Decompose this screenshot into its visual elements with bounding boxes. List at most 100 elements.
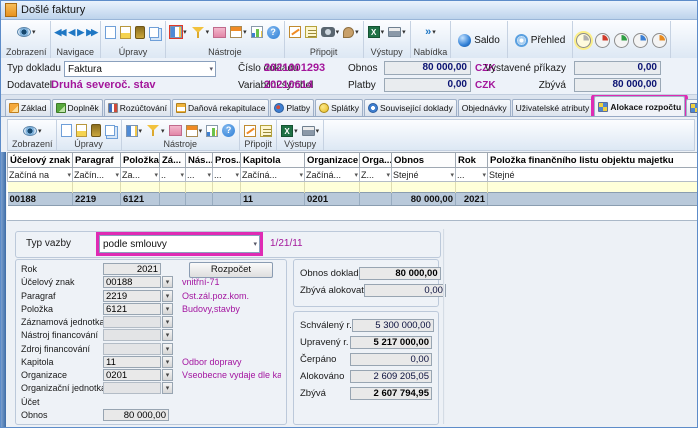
edit-record-button[interactable] bbox=[119, 25, 132, 40]
paragraf-lookup-button[interactable]: ▾ bbox=[162, 290, 173, 302]
zaznamova-jednotka-lookup-button[interactable]: ▾ bbox=[162, 316, 173, 328]
kapitola-lookup-button[interactable]: ▾ bbox=[162, 356, 173, 368]
nastroj-financovani-field[interactable] bbox=[103, 329, 161, 341]
alloc-help-button[interactable] bbox=[221, 123, 236, 138]
column-header-nas[interactable]: Nás... bbox=[186, 153, 213, 168]
column-header-kapitola[interactable]: Kapitola bbox=[241, 153, 305, 168]
nastroj-financovani-lookup-button[interactable]: ▾ bbox=[162, 329, 173, 341]
excel-export-button[interactable]: ▾ bbox=[367, 25, 386, 39]
alloc-edit-button[interactable] bbox=[75, 123, 88, 138]
organizace-field[interactable]: 0201 bbox=[103, 369, 161, 381]
column-header-paragraf[interactable]: Paragraf bbox=[73, 153, 121, 168]
alloc-new-button[interactable] bbox=[60, 123, 73, 138]
tab-danova-rekapitulace[interactable]: Daňová rekapitulace bbox=[172, 99, 270, 116]
column-header-organizace[interactable]: Organizace bbox=[305, 153, 360, 168]
alloc-copy-button[interactable] bbox=[104, 124, 118, 137]
obnos-field[interactable]: 80 000,00 bbox=[103, 409, 169, 421]
view-mode-button[interactable]: ▾ bbox=[16, 26, 37, 38]
pie-quadrant-red-icon[interactable] bbox=[595, 33, 610, 48]
tab-doplnek[interactable]: Doplněk bbox=[52, 99, 103, 116]
nav-next-button[interactable]: ▶ bbox=[76, 24, 83, 40]
saldo-button[interactable]: Saldo bbox=[454, 34, 504, 47]
filter-cell[interactable]: ..▾ bbox=[160, 168, 186, 182]
column-header-ucelovy-znak[interactable]: Účelový znak bbox=[8, 153, 73, 168]
alloc-chart-button[interactable] bbox=[205, 124, 219, 138]
column-header-polozka-fin-listu[interactable]: Položka finančního listu objektu majetku bbox=[488, 153, 698, 168]
column-header-polozka[interactable]: Položka bbox=[121, 153, 160, 168]
clip-button[interactable]: ▾ bbox=[342, 26, 360, 39]
copy-record-button[interactable] bbox=[148, 26, 162, 39]
list-button[interactable] bbox=[304, 25, 318, 39]
nav-prev-button[interactable]: ◀ bbox=[67, 24, 74, 40]
column-header-rok[interactable]: Rok bbox=[456, 153, 488, 168]
sum-button[interactable] bbox=[212, 26, 227, 39]
tab-predpis-platby[interactable]: Předpis platby bbox=[686, 99, 697, 116]
grid-data-row[interactable]: 00188 2219 6121 11 0201 80 000,00 2021 bbox=[8, 193, 698, 206]
pie-quadrant-green-icon[interactable] bbox=[614, 33, 629, 48]
filter-cell[interactable]: Začín...▾ bbox=[73, 168, 121, 182]
organizace-lookup-button[interactable]: ▾ bbox=[162, 369, 173, 381]
alloc-excel-button[interactable]: ▾ bbox=[280, 124, 299, 138]
nav-last-button[interactable]: ▶▶ bbox=[85, 24, 97, 40]
filter-cell[interactable]: ...▾ bbox=[213, 168, 241, 182]
column-header-obnos[interactable]: Obnos bbox=[392, 153, 456, 168]
kapitola-field[interactable]: 11 bbox=[103, 356, 161, 368]
filter-cell[interactable]: Začíná na▾ bbox=[8, 168, 73, 182]
paragraf-field[interactable]: 2219 bbox=[103, 290, 161, 302]
alloc-list-button[interactable] bbox=[259, 124, 273, 138]
column-header-orga[interactable]: Orga... bbox=[360, 153, 392, 168]
menu-button[interactable]: ▾ bbox=[424, 24, 437, 40]
pie-quadrant-blue-icon[interactable] bbox=[633, 33, 648, 48]
ucelovy-znak-field[interactable]: 00188 bbox=[103, 276, 161, 288]
chart-button[interactable] bbox=[250, 25, 264, 39]
zaznamova-jednotka-field[interactable] bbox=[103, 316, 161, 328]
column-header-pros[interactable]: Pros... bbox=[213, 153, 241, 168]
alloc-delete-button[interactable] bbox=[90, 123, 102, 138]
zdroj-financovani-lookup-button[interactable]: ▾ bbox=[162, 343, 173, 355]
zdroj-financovani-field[interactable] bbox=[103, 343, 161, 355]
filter-cell[interactable]: Z...▾ bbox=[360, 168, 392, 182]
polozka-lookup-button[interactable]: ▾ bbox=[162, 303, 173, 315]
prehled-button[interactable]: Přehled bbox=[511, 34, 569, 47]
polozka-field[interactable]: 6121 bbox=[103, 303, 161, 315]
alloc-sum-button[interactable] bbox=[168, 124, 183, 137]
ucelovy-znak-lookup-button[interactable]: ▾ bbox=[162, 276, 173, 288]
columns-button[interactable]: ▾ bbox=[169, 25, 188, 39]
window-titlebar[interactable]: Došlé faktury bbox=[1, 1, 697, 20]
tab-splatky[interactable]: Splátky bbox=[315, 99, 363, 116]
camera-button[interactable]: ▾ bbox=[320, 26, 341, 38]
tab-uzivatelske-atributy[interactable]: Uživatelské atributy bbox=[512, 99, 594, 116]
filter-cell[interactable]: ...▾ bbox=[456, 168, 488, 182]
filter-cell[interactable]: Za...▾ bbox=[121, 168, 160, 182]
filter-button[interactable]: ▾ bbox=[190, 25, 211, 40]
new-record-button[interactable] bbox=[104, 25, 117, 40]
filter-cell[interactable]: Začíná...▾ bbox=[305, 168, 360, 182]
tab-objednavky[interactable]: Objednávky bbox=[458, 99, 511, 116]
grid-new-filter-row[interactable] bbox=[8, 182, 698, 193]
tab-platby[interactable]: Platby bbox=[270, 99, 314, 116]
organizacni-jednotka-field[interactable] bbox=[103, 382, 161, 394]
tab-alokace-rozpoctu[interactable]: Alokace rozpočtu bbox=[594, 96, 685, 116]
pie-quadrant-gray-icon[interactable] bbox=[576, 33, 591, 48]
alloc-columns-button[interactable]: ▾ bbox=[125, 124, 144, 138]
alloc-note-button[interactable] bbox=[243, 124, 257, 138]
filter-cell[interactable]: ...▾ bbox=[186, 168, 213, 182]
vertical-splitter[interactable] bbox=[443, 229, 445, 424]
alloc-print-button[interactable]: ▾ bbox=[301, 125, 321, 137]
help-button[interactable] bbox=[266, 25, 281, 40]
pie-quadrant-orange-icon[interactable] bbox=[652, 33, 667, 48]
print-button[interactable]: ▾ bbox=[387, 26, 407, 38]
rok-field[interactable]: 2021 bbox=[103, 263, 161, 275]
filter-cell[interactable]: Začíná...▾ bbox=[241, 168, 305, 182]
tab-zaklad[interactable]: Základ bbox=[5, 99, 51, 116]
filter-cell[interactable]: Stejné▾ bbox=[392, 168, 456, 182]
alloc-scheduler-button[interactable]: ▾ bbox=[185, 124, 204, 138]
column-header-za[interactable]: Zá... bbox=[160, 153, 186, 168]
tab-rozuctovani[interactable]: Rozúčtování bbox=[104, 99, 171, 116]
filter-cell[interactable]: Stejné bbox=[488, 168, 698, 182]
delete-record-button[interactable] bbox=[134, 25, 146, 40]
note-button[interactable] bbox=[288, 25, 302, 39]
alloc-view-mode-button[interactable]: ▾ bbox=[22, 125, 43, 137]
tab-souvisejici-doklady[interactable]: Související doklady bbox=[364, 99, 457, 116]
organizacni-jednotka-lookup-button[interactable]: ▾ bbox=[162, 382, 173, 394]
